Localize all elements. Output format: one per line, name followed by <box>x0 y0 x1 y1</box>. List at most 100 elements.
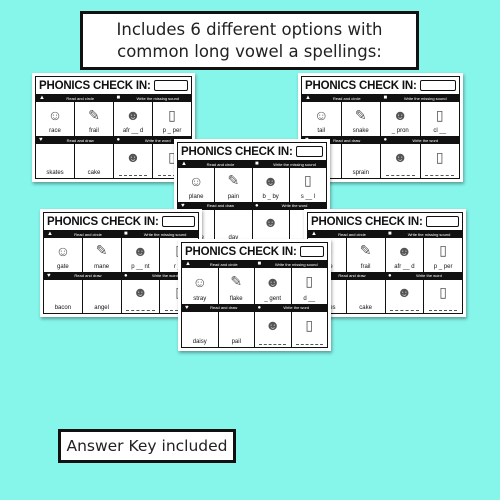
section-bar: ▲ Read and circle ■ Write the missing sound <box>36 94 191 102</box>
section-label: Read and circle <box>209 261 238 267</box>
illustration: ☻ <box>265 273 281 290</box>
section-label: Write the missing sound <box>143 231 187 237</box>
worksheet-cell: cake <box>347 279 386 313</box>
section-bar: ♥Read and draw●Write the word <box>308 271 462 280</box>
bottom-row: daisy pail ☻ ▯ <box>182 311 328 348</box>
section-bar: ♥Read and draw●Write the word <box>182 303 327 312</box>
illustration: ✎ <box>354 106 367 123</box>
worksheet-cell: ✎ mane <box>83 238 122 272</box>
illustration <box>186 312 214 340</box>
cell-word: plane <box>188 193 204 200</box>
section-label: Write the missing sound <box>407 231 451 237</box>
top-row: ☺ tail ✎ snake ☻ _ pron ▯ cl __ <box>302 102 459 136</box>
illustration: ✎ <box>227 172 240 189</box>
heart-icon: ♥ <box>185 304 189 311</box>
section-label: Read and draw <box>66 137 94 143</box>
worksheet-title: PHONICS CHECK IN: <box>47 215 159 228</box>
worksheet-cell: ☻ <box>114 144 153 178</box>
worksheet-cell: ☻ _ pron <box>381 102 421 136</box>
heart-icon: ♥ <box>181 202 185 209</box>
banner-line-1: Includes 6 different options with <box>116 20 383 39</box>
name-field[interactable] <box>419 80 456 91</box>
worksheet-title-row: PHONICS CHECK IN: <box>178 143 326 160</box>
illustration <box>40 144 70 170</box>
worksheet-cell: ▯ <box>292 312 328 348</box>
section-bar: ♥Read and draw●Write the word <box>44 271 198 280</box>
section-header: ▲ Read and circle <box>308 231 385 237</box>
illustration: ▯ <box>439 283 447 300</box>
illustration: ✎ <box>95 242 108 259</box>
illustration: ☻ <box>263 214 278 231</box>
cell-word: cl __ <box>433 128 447 134</box>
illustration <box>79 144 109 170</box>
write-line <box>385 170 415 176</box>
square-icon: ■ <box>257 261 262 267</box>
triangle-icon: ▲ <box>185 261 191 267</box>
worksheet-title: PHONICS CHECK IN: <box>39 79 151 92</box>
worksheet-body: PHONICS CHECK IN: ▲ Read and circle ■ Write … <box>43 212 199 314</box>
worksheet-cell: ▯ cl __ <box>421 102 460 136</box>
section-label: Write the missing sound <box>136 95 180 101</box>
write-line <box>295 339 323 345</box>
cell-word: race <box>49 128 61 134</box>
top-row: ☺race✎frail☻afr __ d▯p _ per <box>308 238 462 272</box>
section-label: Read and draw <box>210 305 238 310</box>
cell-word: afr __ d <box>122 128 144 134</box>
worksheet-cell: skates <box>36 144 75 178</box>
section-label: Read and circle <box>66 95 95 101</box>
illustration: ☻ <box>397 242 412 259</box>
worksheet-cell: ☺ tail <box>302 102 342 136</box>
illustration <box>87 280 117 306</box>
cell-word: p _ per <box>162 128 182 134</box>
section-label: Read and circle <box>206 161 235 167</box>
worksheet-cell: ☻ <box>386 279 425 313</box>
square-icon: ■ <box>383 95 388 101</box>
section-header: ■ Write the missing sound <box>121 231 198 237</box>
name-field[interactable] <box>161 216 195 227</box>
illustration: ☻ <box>125 149 141 165</box>
cell-word: frail <box>89 128 99 134</box>
illustration: ▯ <box>168 106 176 123</box>
name-field[interactable] <box>299 246 324 257</box>
illustration <box>222 312 250 340</box>
section-header: ■ Write the missing sound <box>385 231 462 237</box>
write-line <box>390 305 419 311</box>
section-label: Write the word <box>281 203 308 208</box>
section-label: Read and draw <box>206 203 235 208</box>
worksheet-cell: ✎ snake <box>342 102 381 136</box>
worksheet-cell: day <box>215 209 253 243</box>
section-header: ▲ Read and circle <box>182 261 255 267</box>
name-field[interactable] <box>295 146 323 157</box>
bottom-row: baconangel☻▯ <box>44 279 198 313</box>
section-header: ■ Write the missing sound <box>114 95 192 101</box>
section-header: ▲ Read and circle <box>178 161 252 167</box>
illustration: ✎ <box>88 106 100 123</box>
illustration: ▯ <box>305 273 314 290</box>
cell-word: gate <box>57 263 69 270</box>
illustration <box>48 280 78 306</box>
banner-line-2: common long vowel a spellings: <box>117 42 382 61</box>
worksheet-cell: ☻ <box>122 279 161 313</box>
worksheet-cell: ☺ race <box>36 102 75 136</box>
cell-word: pail <box>231 339 241 345</box>
worksheet-cell: angel <box>83 279 122 313</box>
cell-word: p __ nt <box>131 263 150 270</box>
circle-icon: ● <box>124 272 128 279</box>
section-bar: ▲ Read and circle ■ Write the missing sound <box>44 230 198 238</box>
section-label: Read and circle <box>338 231 366 237</box>
illustration: ☺ <box>47 107 63 123</box>
worksheet-title-row: PHONICS CHECK IN: <box>36 77 191 94</box>
triangle-icon: ▲ <box>305 95 311 101</box>
section-label: Write the word <box>412 137 439 143</box>
bottom-row: skatescake☻▯ <box>36 144 191 178</box>
worksheet-cell: ☻ <box>253 209 290 243</box>
square-icon: ■ <box>388 231 392 237</box>
name-field[interactable] <box>153 80 188 91</box>
worksheet-body: PHONICS CHECK IN: ▲ Read and circle ■ Write … <box>35 76 192 179</box>
heart-icon: ♥ <box>47 272 51 279</box>
name-field[interactable] <box>425 216 459 227</box>
illustration: ☻ <box>397 284 412 301</box>
worksheet-title-row: PHONICS CHECK IN: <box>182 243 327 260</box>
illustration: ☺ <box>55 242 71 259</box>
triangle-icon: ▲ <box>181 161 187 167</box>
